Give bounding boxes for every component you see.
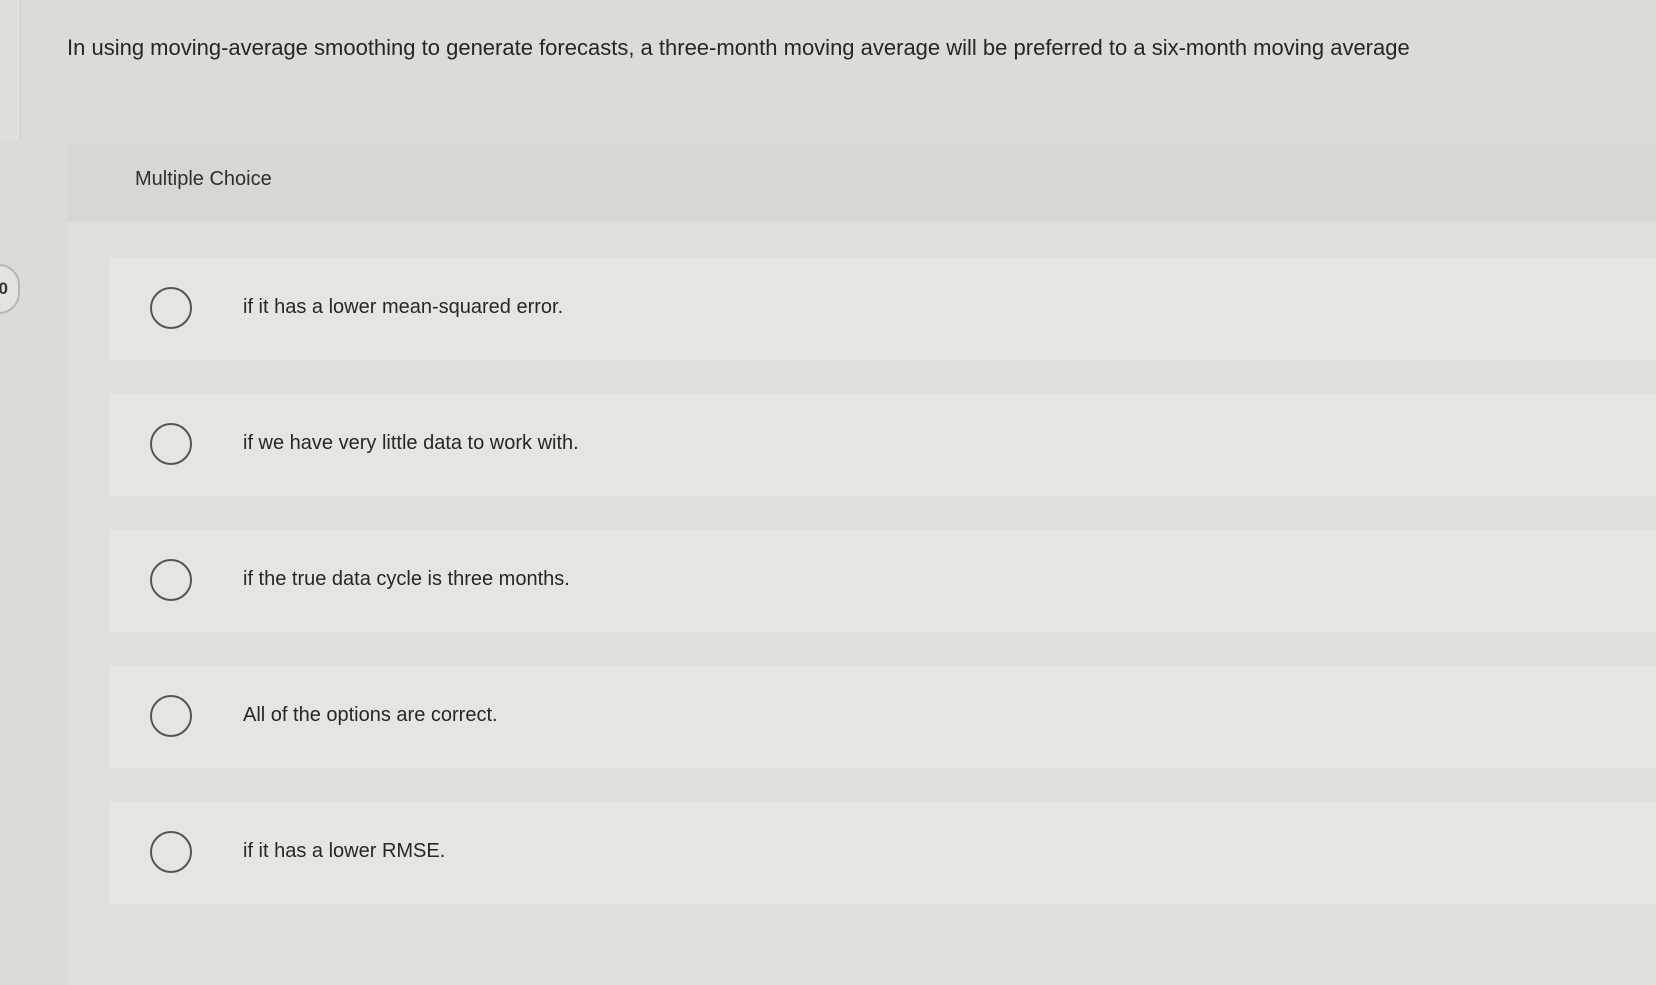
question-number: 0: [0, 279, 8, 298]
radio-button-icon[interactable]: [150, 559, 192, 601]
answer-option-label: if it has a lower RMSE.: [243, 840, 446, 862]
answer-option-label: if it has a lower mean-squared error.: [243, 296, 564, 318]
answer-option-1[interactable]: if it has a lower mean-squared error.: [109, 258, 1656, 360]
question-number-badge: 0: [0, 264, 20, 314]
question-type-label: Multiple Choice: [135, 168, 272, 190]
answer-option-2[interactable]: if we have very little data to work with…: [109, 394, 1656, 496]
radio-button-icon[interactable]: [150, 287, 192, 329]
answer-option-5[interactable]: if it has a lower RMSE.: [109, 802, 1656, 904]
answer-option-3[interactable]: if the true data cycle is three months.: [109, 530, 1656, 632]
answer-option-4[interactable]: All of the options are correct.: [109, 666, 1656, 768]
left-panel-edge: [0, 0, 21, 140]
question-prompt: In using moving-average smoothing to gen…: [67, 35, 1410, 60]
answer-option-label: All of the options are correct.: [243, 704, 498, 726]
multiple-choice-panel: Multiple Choice if it has a lower mean-s…: [67, 144, 1656, 985]
answer-option-label: if we have very little data to work with…: [243, 432, 579, 454]
choice-header: Multiple Choice: [67, 144, 1656, 222]
radio-button-icon[interactable]: [150, 695, 192, 737]
radio-button-icon[interactable]: [150, 423, 192, 465]
answer-option-label: if the true data cycle is three months.: [243, 568, 570, 590]
radio-button-icon[interactable]: [150, 831, 192, 873]
